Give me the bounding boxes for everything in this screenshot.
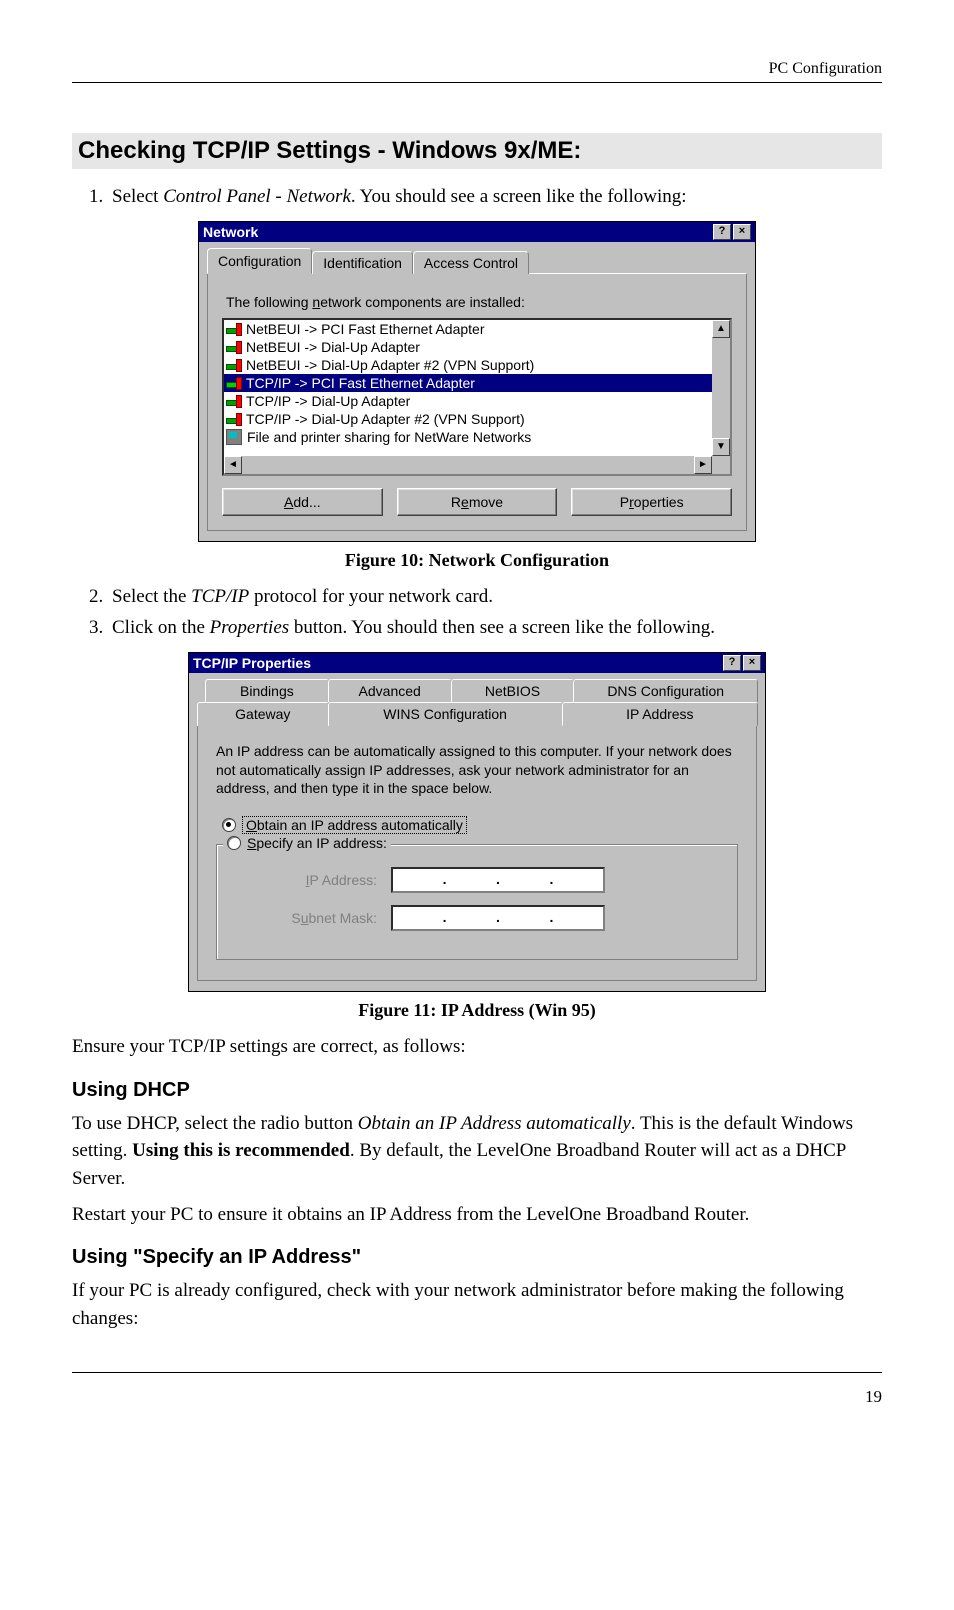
list-item[interactable]: File and printer sharing for NetWare Net… xyxy=(224,428,712,446)
protocol-icon xyxy=(226,322,242,336)
window-title: Network xyxy=(203,224,258,240)
protocol-icon xyxy=(226,412,242,426)
tab-configuration[interactable]: Configuration xyxy=(207,248,312,274)
step1-italic: Control Panel - Network xyxy=(163,186,351,207)
ip-address-label: IP Address: xyxy=(267,872,377,888)
header-rule xyxy=(72,82,882,83)
scroll-up-button[interactable]: ▲ xyxy=(712,320,730,338)
horizontal-scrollbar[interactable]: ◄ ► xyxy=(224,456,712,474)
dhcp-paragraph-2: Restart your PC to ensure it obtains an … xyxy=(72,1201,882,1229)
using-specify-heading: Using "Specify an IP Address" xyxy=(72,1246,882,1269)
specify-ip-radio-row[interactable]: Specify an IP address: xyxy=(223,835,391,851)
figure-10-caption: Figure 10: Network Configuration xyxy=(72,550,882,571)
tab-dns-configuration[interactable]: DNS Configuration xyxy=(573,679,758,702)
protocol-icon xyxy=(226,376,242,390)
step-2: Select the TCP/IP protocol for your netw… xyxy=(108,583,882,611)
help-button[interactable]: ? xyxy=(713,224,731,240)
ensure-text: Ensure your TCP/IP settings are correct,… xyxy=(72,1033,882,1061)
vertical-scrollbar[interactable]: ▲ ▼ xyxy=(712,320,730,456)
tab-bindings[interactable]: Bindings xyxy=(205,679,329,702)
obtain-auto-radio-row[interactable]: Obtain an IP address automatically xyxy=(222,816,738,834)
footer-rule xyxy=(72,1372,882,1373)
radio-unchecked-icon xyxy=(227,836,241,850)
list-item[interactable]: NetBEUI -> PCI Fast Ethernet Adapter xyxy=(224,320,712,338)
step-1: Select Control Panel - Network. You shou… xyxy=(108,183,882,211)
tab-netbios[interactable]: NetBIOS xyxy=(451,679,575,702)
tab-ip-address[interactable]: IP Address xyxy=(562,702,758,726)
tab-gateway[interactable]: Gateway xyxy=(197,702,329,726)
ip-address-input[interactable]: ... xyxy=(391,867,605,893)
protocol-icon xyxy=(226,358,242,372)
components-listbox[interactable]: NetBEUI -> PCI Fast Ethernet Adapter Net… xyxy=(222,318,732,476)
tab-access-control[interactable]: Access Control xyxy=(413,251,529,274)
network-window: Network ? × Configuration Identification… xyxy=(198,221,756,542)
titlebar: Network ? × xyxy=(199,222,755,242)
using-dhcp-heading: Using DHCP xyxy=(72,1079,882,1102)
section-title: Checking TCP/IP Settings - Windows 9x/ME… xyxy=(72,133,882,169)
list-item[interactable]: NetBEUI -> Dial-Up Adapter xyxy=(224,338,712,356)
share-icon xyxy=(226,429,242,445)
close-button[interactable]: × xyxy=(743,655,761,671)
protocol-icon xyxy=(226,340,242,354)
window-title: TCP/IP Properties xyxy=(193,655,311,671)
list-item[interactable]: TCP/IP -> Dial-Up Adapter #2 (VPN Suppor… xyxy=(224,410,712,428)
tab-advanced[interactable]: Advanced xyxy=(328,679,452,702)
specify-paragraph: If your PC is already configured, check … xyxy=(72,1277,882,1332)
step-3: Click on the Properties button. You shou… xyxy=(108,614,882,642)
ip-info-text: An IP address can be automatically assig… xyxy=(216,742,738,799)
list-item[interactable]: NetBEUI -> Dial-Up Adapter #2 (VPN Suppo… xyxy=(224,356,712,374)
help-button[interactable]: ? xyxy=(723,655,741,671)
add-button[interactable]: Add... xyxy=(222,488,383,516)
figure-11-caption: Figure 11: IP Address (Win 95) xyxy=(72,1000,882,1021)
list-item[interactable]: TCP/IP -> Dial-Up Adapter xyxy=(224,392,712,410)
properties-button[interactable]: Properties xyxy=(571,488,732,516)
components-label: The following network components are ins… xyxy=(226,294,732,310)
dhcp-paragraph-1: To use DHCP, select the radio button Obt… xyxy=(72,1110,882,1193)
protocol-icon xyxy=(226,394,242,408)
subnet-mask-label: Subnet Mask: xyxy=(267,910,377,926)
tab-wins-configuration[interactable]: WINS Configuration xyxy=(328,702,563,726)
obtain-auto-label: Obtain an IP address automatically xyxy=(242,816,467,834)
scroll-right-button[interactable]: ► xyxy=(694,456,712,474)
specify-ip-label: Specify an IP address: xyxy=(247,835,387,851)
scroll-left-button[interactable]: ◄ xyxy=(224,456,242,474)
scroll-corner xyxy=(712,456,730,474)
specify-ip-groupbox: Specify an IP address: IP Address: ... S… xyxy=(216,844,738,960)
tab-identification[interactable]: Identification xyxy=(312,251,413,274)
radio-checked-icon xyxy=(222,818,236,832)
titlebar: TCP/IP Properties ? × xyxy=(189,653,765,673)
list-item-selected[interactable]: TCP/IP -> PCI Fast Ethernet Adapter xyxy=(224,374,712,392)
tcpip-properties-window: TCP/IP Properties ? × Bindings Advanced … xyxy=(188,652,766,993)
close-button[interactable]: × xyxy=(733,224,751,240)
header-right: PC Configuration xyxy=(72,60,882,82)
page-number: 19 xyxy=(72,1387,882,1407)
step1-pre: Select xyxy=(112,186,163,207)
scroll-down-button[interactable]: ▼ xyxy=(712,438,730,456)
step1-post: . You should see a screen like the follo… xyxy=(351,186,687,207)
subnet-mask-input[interactable]: ... xyxy=(391,905,605,931)
remove-button[interactable]: Remove xyxy=(397,488,558,516)
